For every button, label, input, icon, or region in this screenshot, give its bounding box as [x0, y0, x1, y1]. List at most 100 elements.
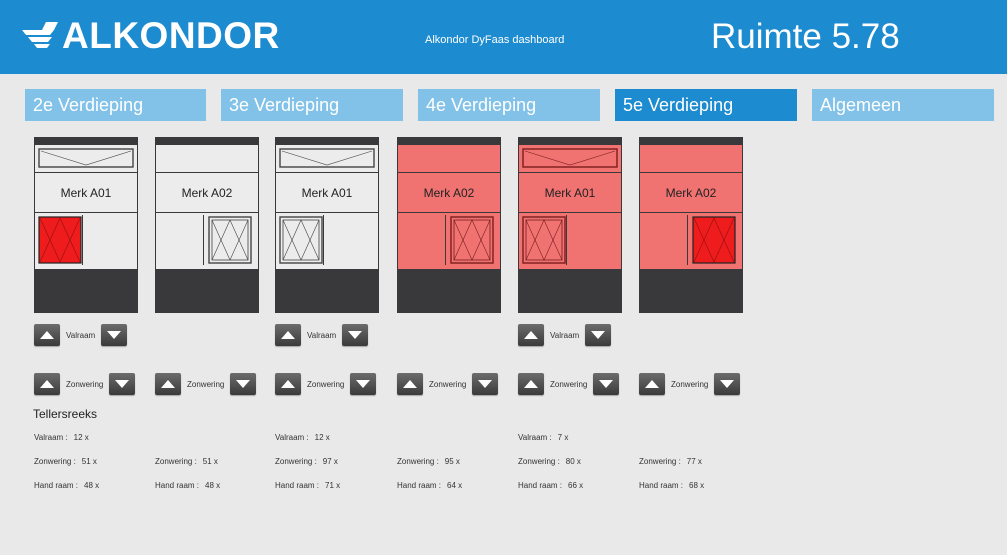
zonwering-up-button[interactable]: [34, 373, 60, 395]
window-unit[interactable]: Merk A02: [639, 137, 743, 313]
stat-hand-raam: Hand raam : 64 x: [397, 481, 462, 490]
arrow-up-icon: [281, 331, 295, 339]
tab-4e-verdieping[interactable]: 4e Verdieping: [418, 89, 600, 121]
pane-left: [157, 215, 204, 265]
stat-zonwering-label: Zonwering :: [397, 457, 439, 466]
window-pane-icon: [38, 216, 82, 264]
stat-hand-raam-value: 64 x: [447, 481, 463, 490]
valraam-up-button[interactable]: [275, 324, 301, 346]
window-bottom-panes: [156, 213, 258, 269]
stat-zonwering: Zonwering : 51 x: [34, 457, 97, 466]
zonwering-up-button[interactable]: [397, 373, 423, 395]
arrow-up-icon: [403, 380, 417, 388]
arrow-down-icon: [107, 331, 122, 339]
stat-hand-raam: Hand raam : 71 x: [275, 481, 340, 490]
stat-hand-raam: Hand raam : 68 x: [639, 481, 704, 490]
zonwering-up-button[interactable]: [639, 373, 665, 395]
valraam-down-button[interactable]: [585, 324, 612, 346]
stat-zonwering-label: Zonwering :: [34, 457, 76, 466]
tab-2e-verdieping[interactable]: 2e Verdieping: [25, 89, 206, 121]
header-bar: ALKONDOR Alkondor DyFaas dashboard Ruimt…: [0, 0, 1007, 74]
window-label: Merk A02: [156, 173, 258, 213]
valraam-label: Valraam: [550, 330, 580, 340]
valraam-down-button[interactable]: [101, 324, 128, 346]
pane-left: [641, 215, 688, 265]
zonwering-up-button[interactable]: [275, 373, 301, 395]
window-pane-icon: [692, 216, 736, 264]
stat-zonwering-value: 95 x: [444, 457, 460, 466]
stat-hand-raam-label: Hand raam :: [275, 481, 320, 490]
zonwering-down-button[interactable]: [472, 373, 499, 395]
pane-left: [399, 215, 446, 265]
zonwering-up-button[interactable]: [155, 373, 181, 395]
window-label: Merk A01: [35, 173, 137, 213]
zonwering-down-button[interactable]: [109, 373, 136, 395]
stat-zonwering: Zonwering : 97 x: [275, 457, 338, 466]
window-pane-icon: [450, 216, 494, 264]
zonwering-down-button[interactable]: [593, 373, 620, 395]
zonwering-down-button[interactable]: [714, 373, 741, 395]
window-label: Merk A01: [276, 173, 378, 213]
pane-blank: [643, 216, 687, 264]
room-title: Ruimte 5.78: [711, 17, 900, 56]
zonwering-down-button[interactable]: [350, 373, 377, 395]
tab-3e-verdieping[interactable]: 3e Verdieping: [221, 89, 403, 121]
stat-hand-raam-value: 48 x: [205, 481, 221, 490]
zonwering-label: Zonwering: [671, 379, 709, 389]
valraam-up-button[interactable]: [34, 324, 60, 346]
window-label: Merk A02: [398, 173, 500, 213]
tab-5e-verdieping[interactable]: 5e Verdieping: [615, 89, 797, 121]
tab-algemeen[interactable]: Algemeen: [812, 89, 994, 121]
logo-wing-icon: [22, 22, 58, 48]
zonwering-down-button[interactable]: [230, 373, 257, 395]
stat-hand-raam: Hand raam : 66 x: [518, 481, 583, 490]
arrow-up-icon: [40, 331, 54, 339]
stat-hand-raam-label: Hand raam :: [34, 481, 79, 490]
window-top-pane: [640, 145, 742, 173]
zonwering-up-button[interactable]: [518, 373, 544, 395]
window-unit[interactable]: Merk A01: [518, 137, 622, 313]
stat-zonwering-value: 51 x: [81, 457, 97, 466]
stat-hand-raam-value: 48 x: [84, 481, 100, 490]
window-pane-icon: [208, 216, 252, 264]
arrow-down-icon: [478, 380, 493, 388]
zonwering-label: Zonwering: [66, 379, 104, 389]
pane-left: [277, 215, 324, 265]
window-unit[interactable]: Merk A01: [275, 137, 379, 313]
arrow-down-icon: [115, 380, 130, 388]
stat-hand-raam-label: Hand raam :: [155, 481, 200, 490]
stat-valraam-label: Valraam :: [275, 433, 309, 442]
window-unit[interactable]: Merk A02: [397, 137, 501, 313]
stat-zonwering: Zonwering : 77 x: [639, 457, 702, 466]
arrow-down-icon: [599, 380, 614, 388]
stat-hand-raam: Hand raam : 48 x: [34, 481, 99, 490]
valraam-up-button[interactable]: [518, 324, 544, 346]
zonwering-label: Zonwering: [429, 379, 467, 389]
stat-valraam-label: Valraam :: [34, 433, 68, 442]
pane-right: [326, 215, 373, 265]
stat-valraam: Valraam : 12 x: [34, 433, 89, 442]
window-label: Merk A02: [640, 173, 742, 213]
arrow-up-icon: [524, 380, 538, 388]
valraam-down-button[interactable]: [342, 324, 369, 346]
window-top-pane: [276, 145, 378, 173]
stat-hand-raam-label: Hand raam :: [397, 481, 442, 490]
pane-blank: [87, 216, 131, 264]
window-unit[interactable]: Merk A02: [155, 137, 259, 313]
stat-zonwering: Zonwering : 51 x: [155, 457, 218, 466]
zonwering-control: Zonwering: [639, 373, 741, 395]
zonwering-label: Zonwering: [550, 379, 588, 389]
arrow-up-icon: [161, 380, 175, 388]
stat-zonwering: Zonwering : 95 x: [397, 457, 460, 466]
window-unit[interactable]: Merk A01: [34, 137, 138, 313]
stat-valraam-value: 12 x: [73, 433, 89, 442]
stat-zonwering-label: Zonwering :: [155, 457, 197, 466]
tab-label: Algemeen: [820, 95, 902, 115]
pane-blank: [571, 216, 615, 264]
window-pane-icon: [522, 216, 566, 264]
stat-hand-raam-value: 66 x: [568, 481, 584, 490]
teller-title: Tellersreeks: [33, 407, 98, 421]
valraam-control: Valraam: [34, 324, 128, 346]
stat-zonwering-value: 51 x: [202, 457, 218, 466]
zonwering-label: Zonwering: [307, 379, 345, 389]
